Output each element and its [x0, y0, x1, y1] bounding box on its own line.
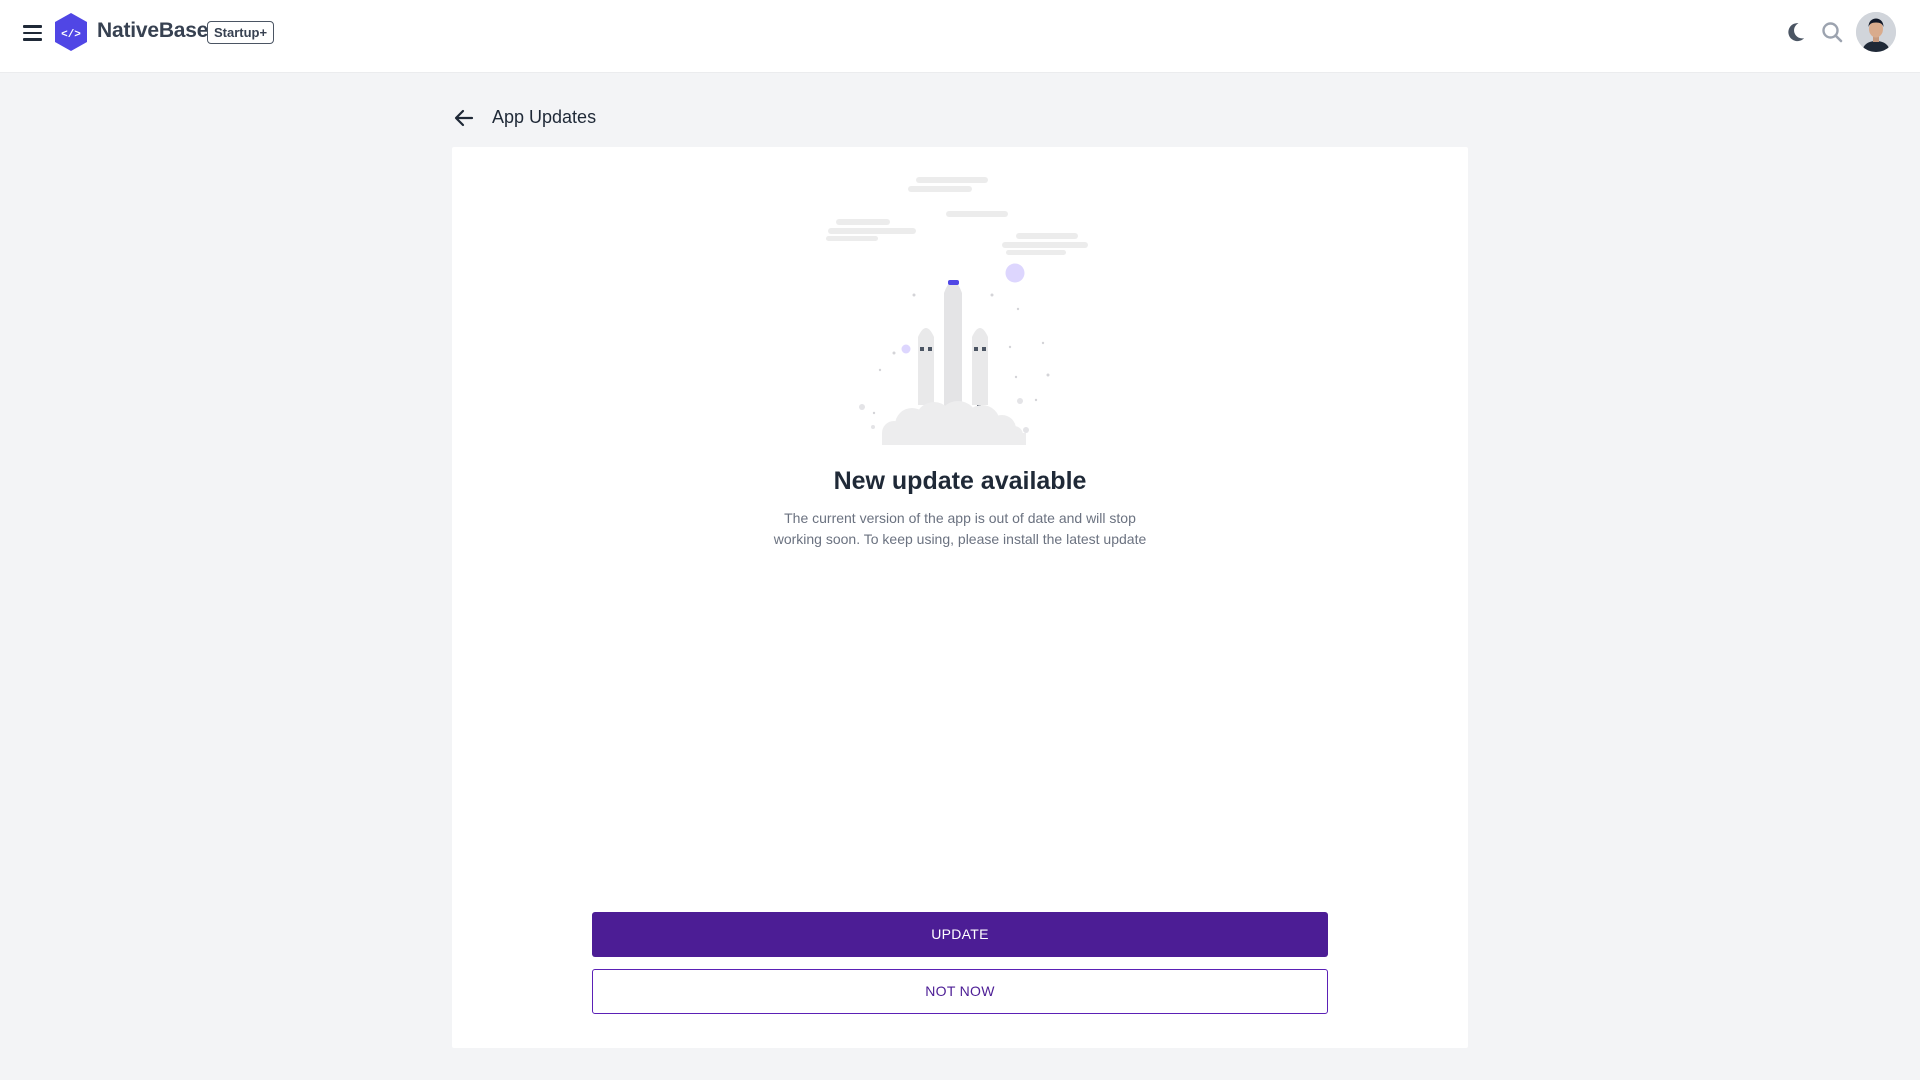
update-card: New update available The current version… — [452, 147, 1468, 1048]
not-now-button[interactable]: NOT NOW — [592, 969, 1328, 1014]
back-arrow-icon[interactable] — [452, 106, 476, 130]
avatar-image — [1856, 12, 1896, 52]
update-button[interactable]: UPDATE — [592, 912, 1328, 957]
page-title: App Updates — [492, 107, 597, 127]
brand-name: NativeBase — [97, 19, 209, 42]
user-avatar[interactable] — [1856, 12, 1896, 52]
update-description: The current version of the app is out of… — [773, 510, 1147, 547]
top-app-bar: </> NativeBase Startup+ — [0, 0, 1920, 72]
nativebase-logo[interactable]: </> — [53, 12, 89, 52]
search-icon[interactable] — [1818, 18, 1846, 46]
plan-badge: Startup+ — [207, 21, 275, 44]
svg-text:</>: </> — [61, 29, 81, 41]
update-headline: New update available — [833, 467, 1087, 495]
rocket-launch-illustration — [826, 177, 1088, 445]
menu-icon[interactable] — [20, 22, 46, 44]
moon-icon[interactable] — [1781, 18, 1809, 46]
